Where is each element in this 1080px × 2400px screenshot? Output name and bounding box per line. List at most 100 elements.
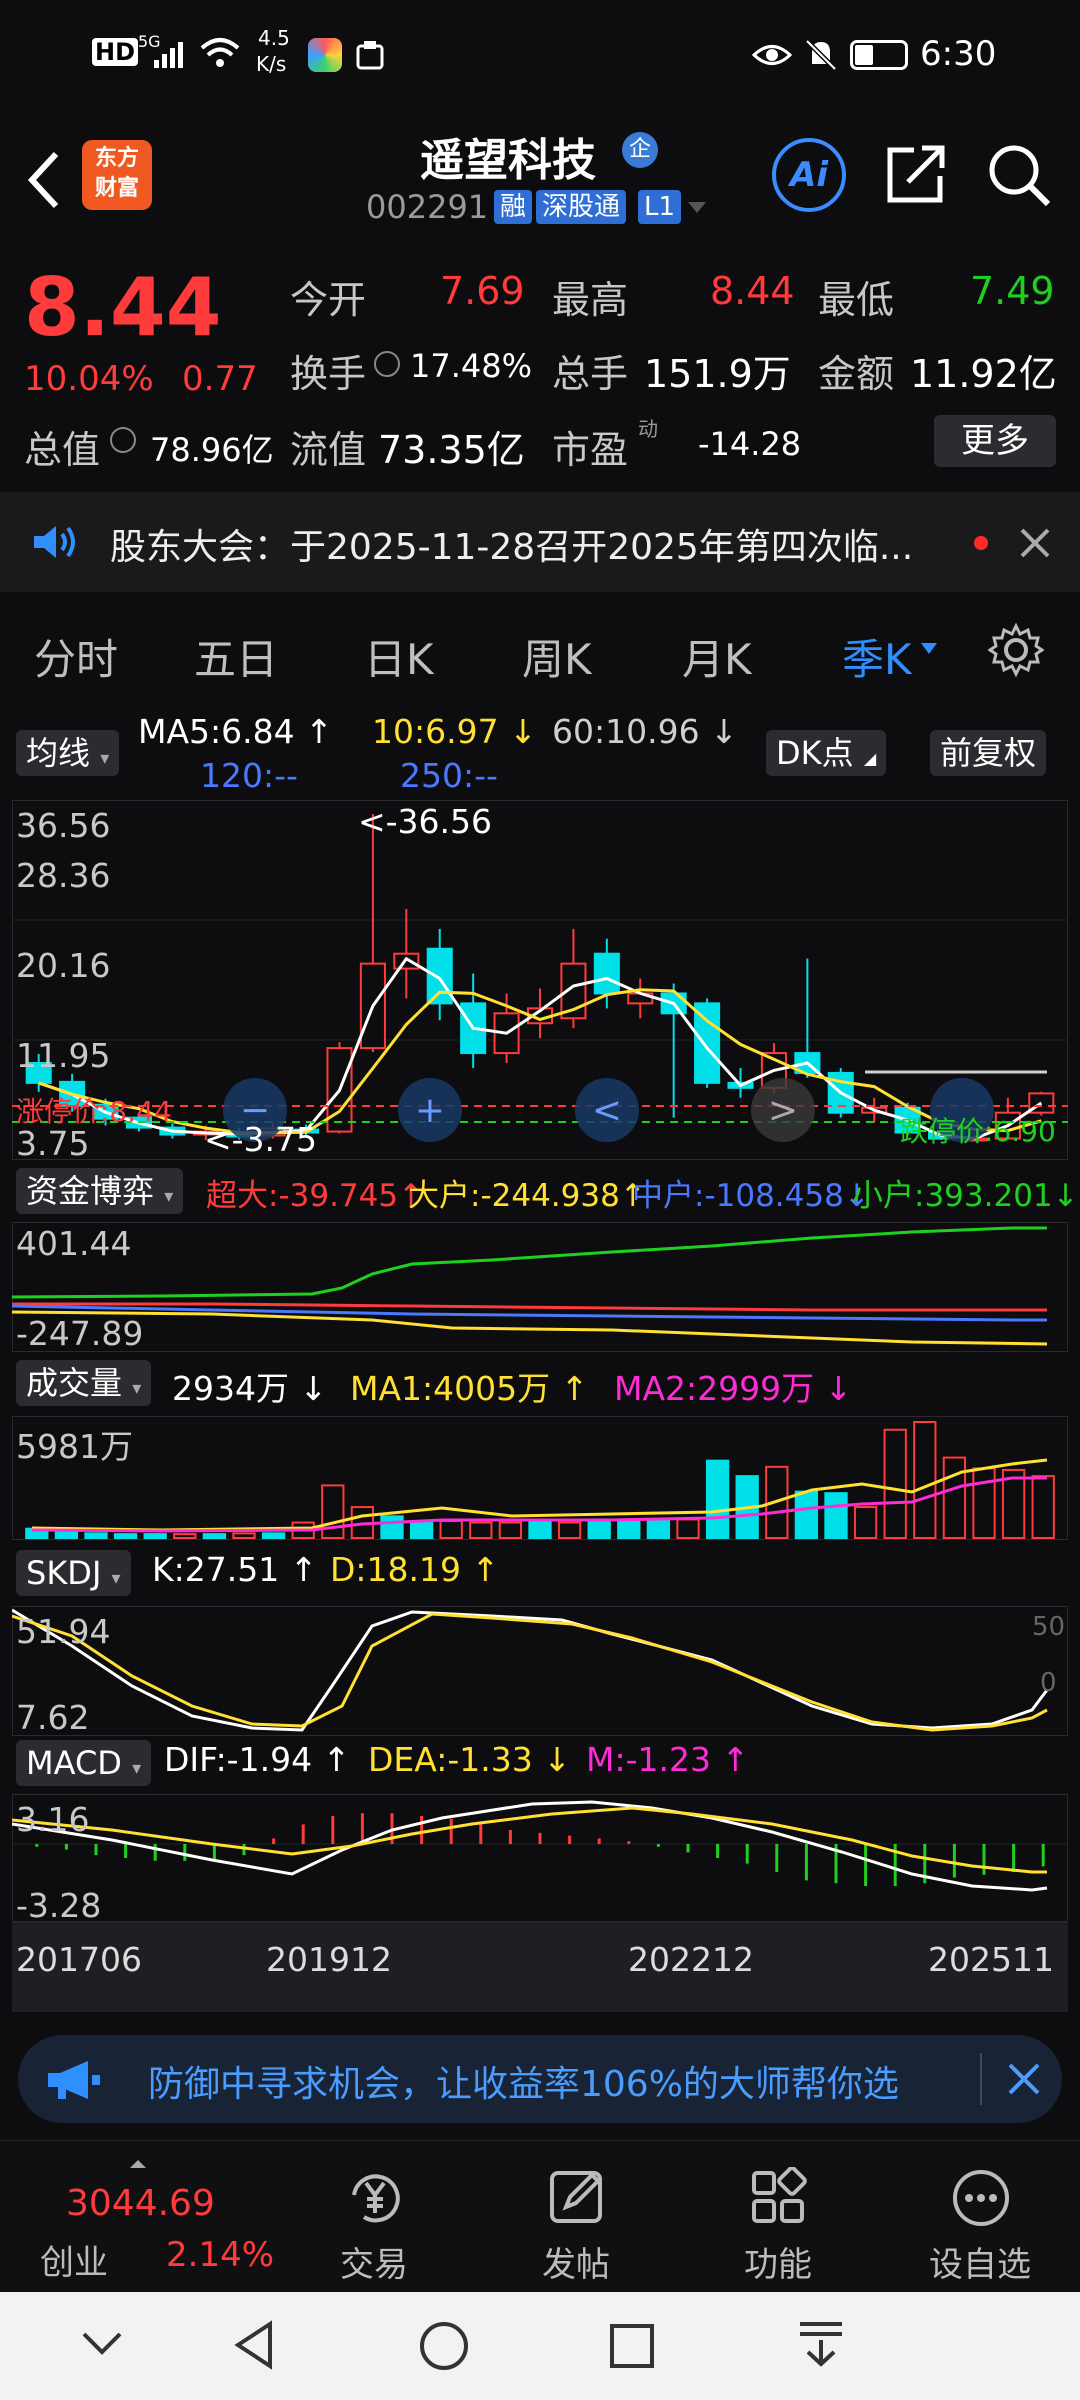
limit-up-label: 涨停价:8.44 bbox=[16, 1095, 172, 1128]
skdj-d-label: D:18.19 ↑ bbox=[330, 1550, 500, 1589]
tab-monthly-k[interactable]: 月K bbox=[682, 626, 752, 687]
macd-panel[interactable] bbox=[12, 1794, 1068, 1922]
speaker-icon bbox=[34, 526, 75, 558]
recents-square-icon[interactable] bbox=[608, 2322, 656, 2370]
notice-bar[interactable]: 股东大会：于2025-11-28召开2025年第四次临... bbox=[0, 492, 1080, 592]
nav-watchlist[interactable]: 设自选 bbox=[880, 2141, 1080, 2293]
macd-axis-bottom: -3.28 bbox=[16, 1886, 102, 1925]
volume-bar bbox=[261, 1532, 286, 1540]
home-circle-icon[interactable] bbox=[418, 2320, 470, 2372]
ma-selector[interactable]: 均线 ▾ bbox=[16, 730, 120, 776]
volume-bar bbox=[84, 1532, 108, 1540]
amount-value: 11.92亿 bbox=[910, 352, 1057, 396]
volume-bar bbox=[173, 1533, 197, 1539]
corner-icon: ◢ bbox=[863, 749, 877, 768]
caret-up-icon bbox=[130, 2160, 146, 2168]
back-icon[interactable] bbox=[24, 150, 64, 210]
vol-label: 2934万 ↓ bbox=[172, 1369, 328, 1408]
ai-button[interactable]: Ai bbox=[772, 138, 846, 212]
candle-body bbox=[426, 947, 453, 1005]
volume-bar bbox=[380, 1515, 404, 1539]
tab-daily-k[interactable]: 日K bbox=[364, 626, 434, 687]
volume-panel[interactable] bbox=[12, 1416, 1068, 1540]
ma250-label: 250:-- bbox=[400, 756, 498, 795]
search-icon[interactable] bbox=[986, 142, 1052, 208]
plus-icon: + bbox=[415, 1090, 445, 1131]
dk-point-button[interactable]: DK点 ◢ bbox=[766, 730, 887, 776]
nav-functions[interactable]: 功能 bbox=[678, 2141, 878, 2293]
open-label: 今开 bbox=[290, 278, 367, 322]
unread-dot bbox=[974, 536, 988, 550]
volume-bar bbox=[794, 1490, 819, 1539]
dropdown-icon: ▾ bbox=[132, 1378, 142, 1399]
info-icon[interactable] bbox=[110, 427, 136, 453]
vol-ma1-value: MA1:4005万 bbox=[350, 1369, 551, 1408]
chevron-down-icon[interactable] bbox=[686, 200, 708, 216]
volume-bar bbox=[498, 1521, 523, 1539]
volume-selector[interactable]: 成交量 ▾ bbox=[16, 1360, 152, 1406]
nav-post[interactable]: 发帖 bbox=[476, 2141, 676, 2293]
hd-indicator: HD bbox=[92, 38, 139, 66]
stock-header: 东方 财富 遥望科技 企 002291 融 深股通 L1 Ai bbox=[0, 110, 1080, 240]
share-icon[interactable] bbox=[884, 142, 948, 206]
skdj-axis-bottom: 7.62 bbox=[16, 1698, 90, 1737]
system-nav-bar bbox=[0, 2292, 1080, 2400]
download-tray-icon[interactable] bbox=[796, 2320, 846, 2370]
gear-icon[interactable] bbox=[988, 622, 1044, 678]
promo-banner[interactable]: 防御中寻求机会，让收益率106%的大师帮你选 bbox=[18, 2035, 1062, 2123]
tab-five-day[interactable]: 五日 bbox=[194, 626, 278, 687]
volume-bar bbox=[587, 1518, 611, 1540]
volume-bar bbox=[113, 1533, 138, 1539]
ma10-value: 10:6.97 bbox=[372, 712, 499, 751]
tab-weekly-k[interactable]: 周K bbox=[522, 626, 592, 687]
capital-selector[interactable]: 资金博弈 ▾ bbox=[16, 1168, 184, 1214]
volume-bar bbox=[646, 1518, 671, 1540]
price-axis-top: 36.56 bbox=[16, 806, 111, 845]
megaphone-icon bbox=[48, 2061, 100, 2099]
skdj-panel[interactable] bbox=[12, 1606, 1068, 1736]
skdj-k-line bbox=[12, 1608, 1049, 1732]
nav-trade-label: 交易 bbox=[340, 2245, 408, 2285]
low-value: 7.49 bbox=[970, 269, 1055, 313]
volume-bar bbox=[143, 1533, 167, 1539]
macd-dif-label: DIF:-1.94 ↑ bbox=[164, 1740, 351, 1779]
adjust-button[interactable]: 前复权 bbox=[930, 730, 1047, 776]
skdj-axis-top: 51.94 bbox=[16, 1612, 111, 1651]
pe-label: 市盈 bbox=[552, 428, 629, 472]
tab-intraday[interactable]: 分时 bbox=[34, 626, 118, 687]
candles bbox=[25, 814, 1055, 1142]
volume-bar bbox=[321, 1484, 345, 1539]
chevron-down-icon[interactable] bbox=[920, 642, 938, 656]
nav-trade[interactable]: 交易 bbox=[274, 2141, 474, 2293]
big-value: 大户:-244.938 bbox=[408, 1178, 620, 1214]
chevron-down-icon[interactable] bbox=[80, 2328, 124, 2358]
back-triangle-icon[interactable] bbox=[232, 2320, 276, 2370]
index-widget[interactable]: 3044.69 创业 2.14% bbox=[0, 2141, 290, 2293]
macd-m-value: M:-1.23 bbox=[586, 1740, 711, 1779]
capital-panel[interactable] bbox=[12, 1222, 1068, 1352]
volume-bar bbox=[705, 1459, 730, 1540]
kline-chart-area[interactable]: 均线 ▾ MA5:6.84 ↑ 10:6.97 ↓ 60:10.96 ↓ 120… bbox=[0, 700, 1080, 2020]
max-price-marker: <-36.56 bbox=[358, 802, 493, 841]
price-axis-4: 11.95 bbox=[16, 1036, 111, 1075]
date-axis-bg bbox=[12, 1922, 1068, 2012]
clock: 6:30 bbox=[920, 34, 997, 74]
stock-name: 遥望科技 bbox=[420, 135, 596, 186]
ma10-label: 10:6.97 ↓ bbox=[372, 712, 537, 751]
eastmoney-logo[interactable]: 东方 财富 bbox=[82, 140, 152, 210]
ma5-label: MA5:6.84 ↑ bbox=[138, 712, 333, 751]
logo-text-1: 东方 bbox=[94, 146, 139, 171]
grid-icon bbox=[752, 2167, 807, 2223]
volume-bar bbox=[942, 1456, 967, 1539]
vol-ma2-value: MA2:2999万 bbox=[614, 1369, 815, 1408]
close-icon[interactable] bbox=[1018, 526, 1052, 560]
edit-icon bbox=[550, 2171, 602, 2223]
close-icon[interactable] bbox=[1006, 2061, 1042, 2097]
volume-bar bbox=[883, 1428, 907, 1540]
info-icon[interactable] bbox=[374, 351, 400, 377]
macd-selector[interactable]: MACD ▾ bbox=[16, 1740, 152, 1786]
more-button[interactable]: 更多 bbox=[934, 415, 1056, 467]
skdj-selector[interactable]: SKDJ ▾ bbox=[16, 1550, 131, 1596]
tab-quarterly-k[interactable]: 季K bbox=[842, 626, 912, 687]
tag-margin: 融 bbox=[494, 190, 533, 224]
